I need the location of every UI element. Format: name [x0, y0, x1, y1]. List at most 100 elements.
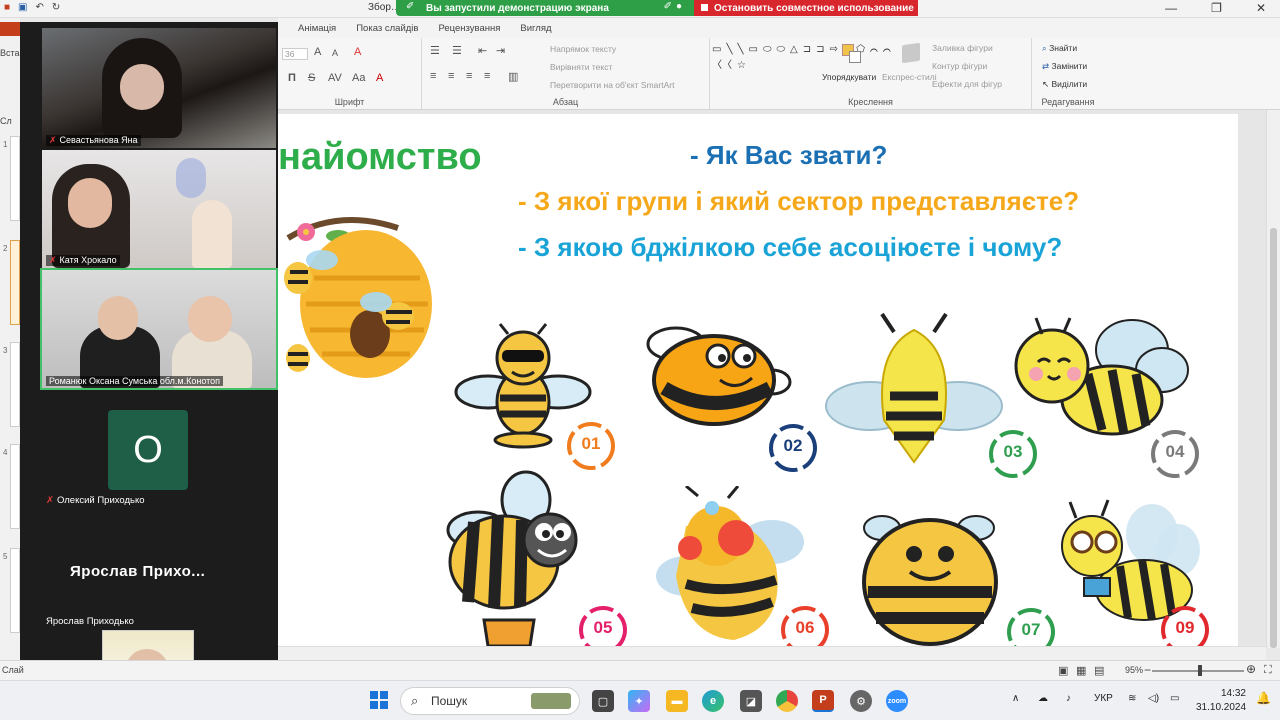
- shape-fill-button[interactable]: Заливка фігури: [932, 43, 993, 53]
- bee-badge-03: 03: [982, 428, 1044, 480]
- shapes-gallery[interactable]: ▭╲╲▭⬭⬭△⊐⊐⇨⇩⬠⌒⌒〈〈☆: [712, 42, 891, 90]
- quick-styles-button[interactable]: Експрес-стилі: [882, 72, 937, 82]
- zoom-out-icon[interactable]: −: [1144, 663, 1151, 677]
- shape-effects-button[interactable]: Ефекти для фігур: [932, 79, 1002, 89]
- drawing-group: ▭╲╲▭⬭⬭△⊐⊐⇨⇩⬠⌒⌒〈〈☆ Упорядкувати Експрес-с…: [710, 38, 1032, 110]
- fit-slide-icon[interactable]: ⛶: [1264, 664, 1272, 677]
- zoom-level[interactable]: 95%: [1125, 665, 1143, 675]
- video-tile[interactable]: ✗ Севастьянова Яна: [42, 28, 276, 148]
- screen-share-banner[interactable]: ✐ Вы запустили демонстрацию экрана ✐●: [396, 0, 694, 16]
- slide-thumbnail[interactable]: [10, 136, 20, 221]
- close-icon[interactable]: ✕: [1256, 1, 1266, 15]
- arrange-icon[interactable]: [842, 44, 862, 64]
- arrange-button[interactable]: Упорядкувати: [822, 72, 876, 82]
- participant-avatar[interactable]: О: [108, 410, 188, 490]
- ribbon-tabs: Анімація Показ слайдів Рецензування Вигл…: [278, 18, 1280, 38]
- copilot-icon[interactable]: ✦: [628, 690, 650, 712]
- tab-review[interactable]: Рецензування: [438, 23, 500, 34]
- smartart-button[interactable]: Перетворити на об'єкт SmartArt: [550, 80, 674, 90]
- font-group-label: Шрифт: [334, 97, 365, 107]
- align-left-icon[interactable]: ≡: [430, 70, 436, 82]
- bold-icon[interactable]: П: [288, 72, 296, 84]
- clock-date: 31.10.2024: [1196, 702, 1247, 713]
- zoom-app-icon[interactable]: zoom: [886, 690, 908, 712]
- badge-label: 09: [1175, 618, 1195, 637]
- chrome-icon[interactable]: [776, 690, 798, 712]
- muted-mic-icon: ✗: [46, 495, 54, 506]
- slide-thumbnail[interactable]: [10, 548, 20, 633]
- volume-icon[interactable]: ◁): [1148, 693, 1159, 704]
- select-button[interactable]: ↖ Виділити: [1042, 79, 1087, 90]
- chevron-up-icon[interactable]: ∧: [1012, 693, 1019, 704]
- banner-status-icons: ✐●: [663, 1, 686, 12]
- slide-thumbnail[interactable]: [10, 342, 20, 427]
- windows-start-icon[interactable]: [370, 691, 388, 709]
- slide-thumbnail-active[interactable]: [10, 240, 20, 325]
- numbering-icon[interactable]: ☰: [452, 44, 462, 57]
- bullets-icon[interactable]: ☰: [430, 44, 440, 57]
- settings-icon[interactable]: ⚙: [850, 690, 872, 712]
- wifi-icon[interactable]: ≋: [1128, 693, 1136, 704]
- font-color-icon[interactable]: A: [376, 72, 383, 84]
- mic-icon[interactable]: ♪: [1066, 693, 1071, 704]
- video-tile[interactable]: ✗ Катя Хрокало: [42, 150, 276, 268]
- app-icon-stack[interactable]: ◪: [740, 690, 762, 712]
- reading-view-icon[interactable]: ▤: [1094, 664, 1104, 677]
- find-button[interactable]: ⌕ Знайти: [1042, 43, 1077, 54]
- align-text-button[interactable]: Вирівняти текст: [550, 62, 612, 72]
- badge-label: 02: [783, 436, 803, 455]
- file-tab[interactable]: [0, 22, 20, 36]
- participant-name-large[interactable]: Ярослав Прихо...: [70, 563, 205, 580]
- grow-font-icon[interactable]: A: [314, 46, 321, 58]
- editing-group-label: Редагування: [1041, 97, 1095, 107]
- tab-slideshow[interactable]: Показ слайдів: [356, 23, 418, 34]
- stop-sharing-button[interactable]: Остановить совместное использование: [694, 0, 918, 16]
- columns-icon[interactable]: ▥: [508, 70, 518, 83]
- save-icon[interactable]: ▣: [18, 2, 27, 13]
- beehive-illustration: [284, 217, 432, 378]
- scroll-thumb[interactable]: [1270, 228, 1277, 648]
- horizontal-scrollbar[interactable]: [278, 646, 1266, 660]
- font-size-select[interactable]: 36: [282, 48, 308, 60]
- spacing-icon[interactable]: AV: [328, 72, 342, 84]
- clock[interactable]: 14:32 31.10.2024: [1196, 687, 1246, 715]
- powerpoint-icon[interactable]: P: [812, 690, 834, 712]
- notification-bell-icon[interactable]: 🔔: [1256, 691, 1271, 705]
- file-explorer-icon[interactable]: ▬: [666, 690, 688, 712]
- tab-view[interactable]: Вигляд: [520, 23, 551, 34]
- video-tile-active-speaker[interactable]: Романюк Оксана Сумська обл.м.Конотоп: [40, 268, 278, 390]
- task-view-icon[interactable]: ▢: [592, 690, 614, 712]
- slide-number: 1: [3, 140, 8, 149]
- shape-outline-button[interactable]: Контур фігури: [932, 61, 987, 71]
- taskbar-search[interactable]: ⌕ Пошук: [400, 687, 580, 715]
- justify-icon[interactable]: ≡: [484, 70, 490, 82]
- battery-icon[interactable]: ▭: [1170, 693, 1179, 704]
- clear-format-icon[interactable]: A: [354, 46, 361, 58]
- sorter-view-icon[interactable]: ▦: [1076, 664, 1086, 677]
- normal-view-icon[interactable]: ▣: [1058, 664, 1068, 677]
- cloud-icon[interactable]: ☁: [1038, 693, 1048, 704]
- text-direction-button[interactable]: Напрямок тексту: [550, 44, 616, 54]
- tab-animation[interactable]: Анімація: [298, 23, 336, 34]
- shrink-font-icon[interactable]: A: [332, 48, 338, 58]
- zoom-slider-knob[interactable]: [1198, 665, 1202, 676]
- undo-icon[interactable]: ↶: [36, 2, 44, 13]
- restore-icon[interactable]: ❐: [1211, 1, 1222, 15]
- indent-icon[interactable]: ⇤: [478, 44, 487, 57]
- slide[interactable]: найомство - Як Вас звати? - З якої групи…: [278, 114, 1238, 646]
- slide-thumbnail[interactable]: [10, 444, 20, 529]
- redo-icon[interactable]: ↻: [52, 2, 60, 13]
- minimize-icon[interactable]: —: [1165, 1, 1177, 15]
- edge-icon[interactable]: e: [702, 690, 724, 712]
- vertical-scrollbar[interactable]: [1266, 110, 1280, 648]
- zoom-in-icon[interactable]: ⊕: [1246, 662, 1256, 676]
- strike-icon[interactable]: S: [308, 72, 315, 84]
- outdent-icon[interactable]: ⇥: [496, 44, 505, 57]
- language-indicator[interactable]: УКР: [1094, 693, 1113, 704]
- badge-label: 05: [593, 618, 613, 637]
- quick-styles-icon[interactable]: [902, 42, 920, 64]
- align-center-icon[interactable]: ≡: [448, 70, 454, 82]
- case-icon[interactable]: Aa: [352, 72, 365, 84]
- replace-button[interactable]: ⇄ Замінити: [1042, 61, 1087, 72]
- align-right-icon[interactable]: ≡: [466, 70, 472, 82]
